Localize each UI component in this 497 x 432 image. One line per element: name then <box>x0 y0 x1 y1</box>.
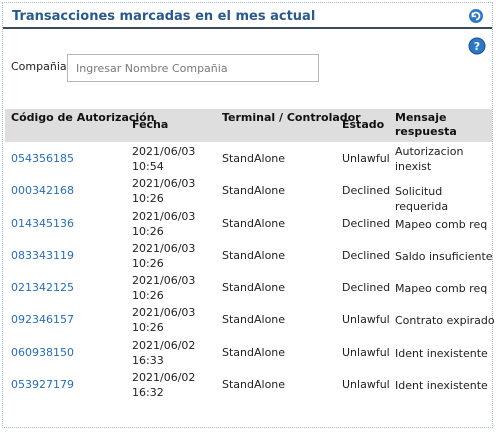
state-cell: Declined <box>342 216 391 230</box>
authorization-code-link[interactable]: 092346157 <box>11 313 74 326</box>
authorization-code-link[interactable]: 054356185 <box>11 152 74 165</box>
message-cell: Ident inexistente <box>395 379 488 393</box>
message-cell: Ident inexistente <box>395 346 488 360</box>
authorization-code-link[interactable]: 021342125 <box>11 281 74 294</box>
table-header: Código de Autorización Fecha Terminal / … <box>5 109 492 142</box>
column-header-terminal: Terminal / Controlador <box>222 111 361 124</box>
transactions-table-body: 054356185 2021/06/03 10:54 StandAlone Un… <box>5 142 495 400</box>
table-row: 014345136 2021/06/03 10:26 StandAlone De… <box>5 207 492 239</box>
help-icon[interactable]: ? <box>468 37 486 55</box>
authorization-code-link[interactable]: 014345136 <box>11 217 74 230</box>
message-cell: Mapeo comb req <box>395 217 488 231</box>
terminal-cell: StandAlone <box>222 216 286 230</box>
terminal-cell: StandAlone <box>222 248 286 262</box>
state-cell: Declined <box>342 184 391 198</box>
date-cell: 2021/06/02 16:32 <box>132 371 196 400</box>
message-cell: Mapeo comb req <box>395 282 488 296</box>
state-cell: Declined <box>342 281 391 295</box>
state-cell: Unlawful <box>342 313 390 327</box>
column-header-date: Fecha <box>132 118 169 131</box>
authorization-code-link[interactable]: 000342168 <box>11 184 74 197</box>
terminal-cell: StandAlone <box>222 378 286 392</box>
table-row: 021342125 2021/06/03 10:26 StandAlone De… <box>5 271 492 303</box>
state-cell: Unlawful <box>342 152 390 165</box>
company-search-input[interactable] <box>67 54 319 82</box>
authorization-code-link[interactable]: 053927179 <box>11 378 74 391</box>
svg-text:?: ? <box>474 40 480 53</box>
transactions-panel: Transacciones marcadas en el mes actual … <box>2 2 495 428</box>
table-row: 000342168 2021/06/03 10:26 StandAlone De… <box>5 174 492 213</box>
table-row: 053927179 2021/06/02 16:32 StandAlone Un… <box>5 368 492 400</box>
terminal-cell: StandAlone <box>222 184 286 198</box>
table-row: 054356185 2021/06/03 10:54 StandAlone Un… <box>5 142 492 174</box>
table-row: 092346157 2021/06/03 10:26 StandAlone Un… <box>5 303 495 335</box>
table-row: 060938150 2021/06/02 16:33 StandAlone Un… <box>5 336 492 368</box>
refresh-icon[interactable] <box>468 8 484 24</box>
panel-header: Transacciones marcadas en el mes actual <box>3 3 492 29</box>
terminal-cell: StandAlone <box>222 313 286 327</box>
company-label: Compañia: <box>11 60 71 73</box>
state-cell: Declined <box>342 248 391 262</box>
date-cell: 2021/06/03 10:26 <box>132 306 196 335</box>
message-cell: Autorizacion inexist <box>395 145 464 173</box>
date-cell: 2021/06/02 16:33 <box>132 338 196 367</box>
terminal-cell: StandAlone <box>222 152 286 165</box>
table-row: 083343119 2021/06/03 10:26 StandAlone De… <box>5 239 493 271</box>
date-cell: 2021/06/03 10:26 <box>132 177 196 206</box>
date-cell: 2021/06/03 10:26 <box>132 209 196 238</box>
date-cell: 2021/06/03 10:26 <box>132 274 196 303</box>
terminal-cell: StandAlone <box>222 345 286 359</box>
authorization-code-link[interactable]: 060938150 <box>11 346 74 359</box>
column-header-state: Estado <box>342 118 385 131</box>
date-cell: 2021/06/03 10:54 <box>132 145 196 173</box>
terminal-cell: StandAlone <box>222 281 286 295</box>
message-cell: Saldo insuficiente <box>395 249 493 263</box>
state-cell: Unlawful <box>342 345 390 359</box>
authorization-code-link[interactable]: 083343119 <box>11 249 74 262</box>
date-cell: 2021/06/03 10:26 <box>132 241 196 270</box>
column-header-message: Mensaje respuesta <box>395 111 457 138</box>
panel-title: Transacciones marcadas en el mes actual <box>12 9 316 24</box>
message-cell: Contrato expirado <box>395 314 495 328</box>
state-cell: Unlawful <box>342 378 390 392</box>
